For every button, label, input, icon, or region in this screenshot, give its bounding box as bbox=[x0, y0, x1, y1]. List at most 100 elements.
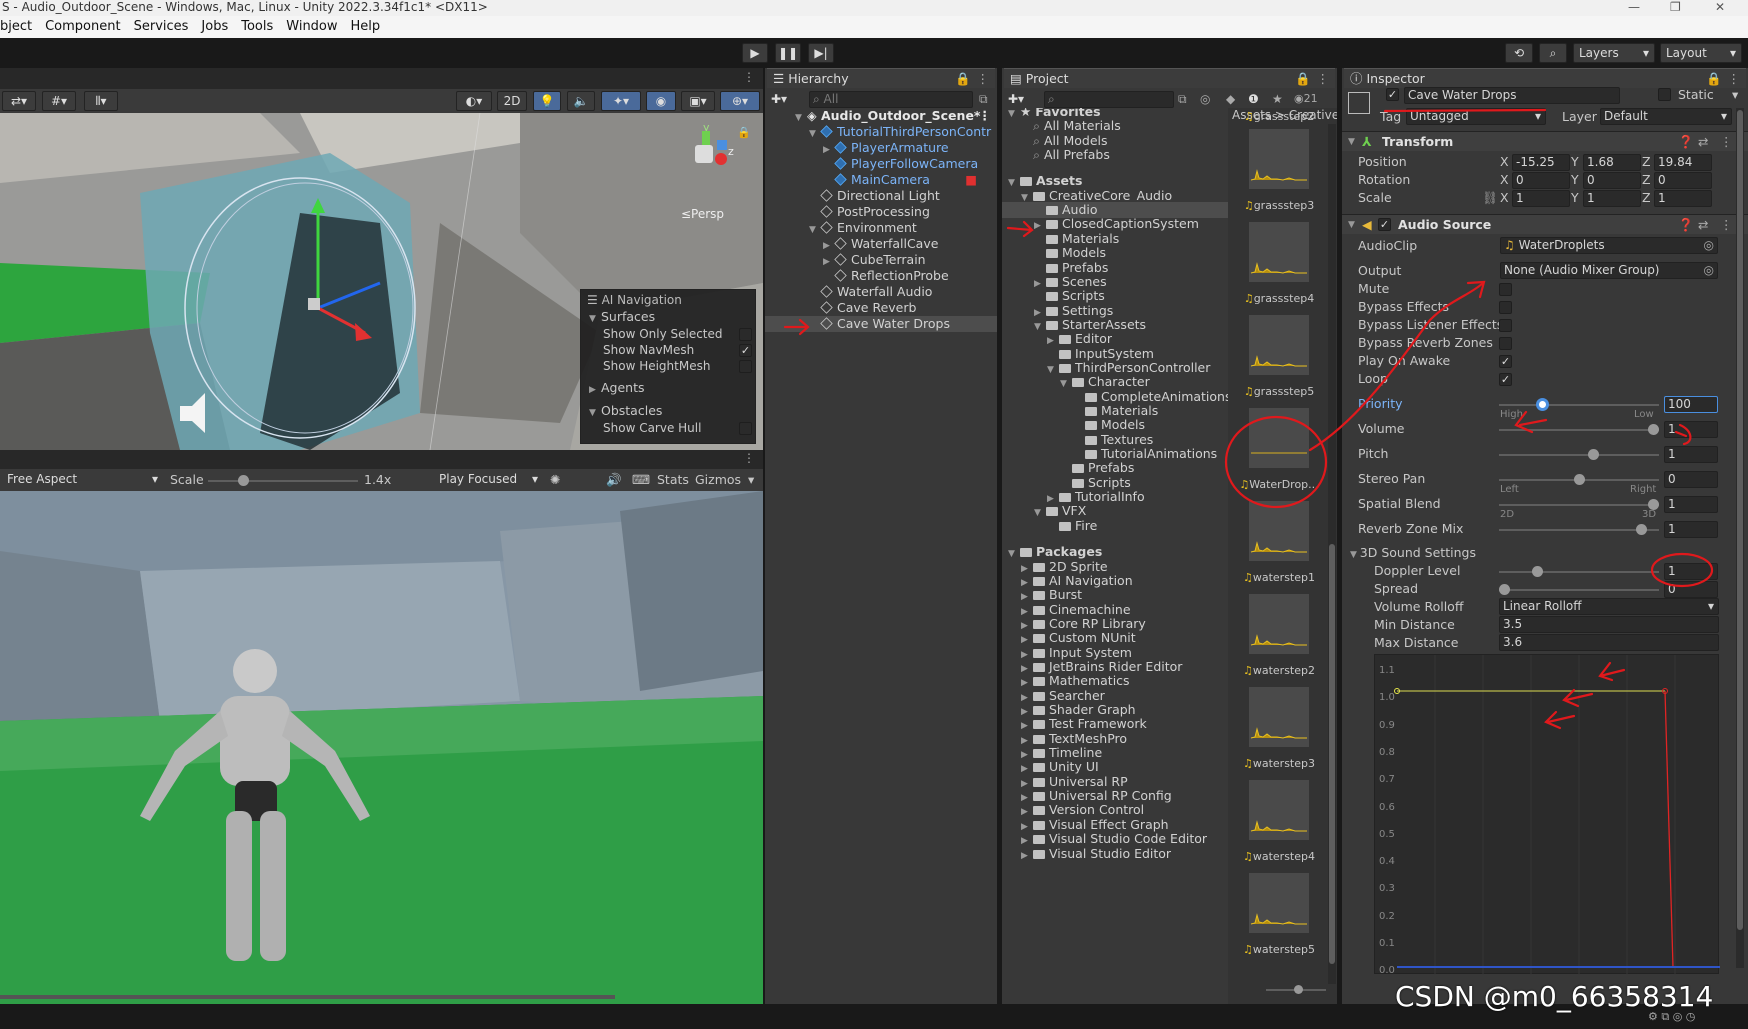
asset-label[interactable]: ♫grassstep4 bbox=[1234, 292, 1324, 305]
hidden-objects-icon[interactable]: ◉ bbox=[646, 91, 676, 111]
toggle-2d-button[interactable]: 2D bbox=[497, 91, 527, 111]
asset-label[interactable]: ♫waterstep1 bbox=[1234, 571, 1324, 584]
active-checkbox[interactable]: ✓ bbox=[1386, 88, 1399, 101]
hierarchy-item-waterfallcave[interactable]: ▶ WaterfallCave bbox=[823, 236, 995, 252]
hierarchy-tab[interactable]: ☰ Hierarchy 🔒 ⋮ bbox=[767, 68, 995, 88]
spatial-blend-slider[interactable] bbox=[1499, 499, 1659, 510]
rotation-z-input[interactable]: 0 bbox=[1654, 172, 1712, 189]
preset-icon[interactable]: ⇄ bbox=[1698, 215, 1708, 235]
hierarchy-item-cave-water-drops[interactable]: Cave Water Drops bbox=[765, 316, 997, 332]
priority-input[interactable]: 100 bbox=[1664, 396, 1718, 413]
audio-source-header[interactable]: ▼ ◀ ✓ Audio Source ❓ ⇄ ⋮ bbox=[1342, 214, 1748, 234]
scene-root-row[interactable]: ▼ ◈ Audio_Outdoor_Scene* ⋮ bbox=[795, 108, 995, 124]
volume-slider-knob[interactable] bbox=[1648, 424, 1659, 435]
menu-window[interactable]: Window bbox=[286, 16, 337, 38]
position-x-input[interactable]: -15.25 bbox=[1512, 154, 1570, 171]
pause-button[interactable]: ❚❚ bbox=[775, 43, 801, 63]
reverb-zone-mix-slider-knob[interactable] bbox=[1636, 524, 1648, 535]
lock-icon[interactable]: 🔒 bbox=[737, 126, 751, 139]
scale-x-input[interactable]: 1 bbox=[1512, 190, 1570, 207]
info-icon[interactable]: ❶ bbox=[1248, 92, 1259, 106]
create-button[interactable]: ✚▾ bbox=[1004, 90, 1040, 108]
hierarchy-item-tutorial[interactable]: ▼ TutorialThirdPersonContr bbox=[809, 124, 995, 140]
scale-y-input[interactable]: 1 bbox=[1583, 190, 1641, 207]
fold-icon[interactable]: ▼ bbox=[1060, 376, 1072, 392]
project-tree-item[interactable]: ⌕ All Prefabs bbox=[1021, 147, 1228, 163]
constrain-proportions-icon[interactable]: ⛓ bbox=[1482, 190, 1498, 206]
stats-button[interactable]: Stats bbox=[657, 472, 689, 488]
history-icon[interactable]: ⟲ bbox=[1505, 43, 1533, 63]
scene-viewport[interactable]: y z 🔒 ≤Persp ☰ AI Navigation ▼ Surfaces S… bbox=[0, 113, 763, 450]
static-checkbox[interactable] bbox=[1658, 88, 1671, 101]
project-tree-item[interactable]: Fire bbox=[1047, 518, 1228, 534]
scale-z-input[interactable]: 1 bbox=[1654, 190, 1712, 207]
fold-icon[interactable]: ▼ bbox=[1008, 546, 1020, 562]
audio-source-enabled-checkbox[interactable]: ✓ bbox=[1378, 218, 1391, 231]
inspector-tab[interactable]: ⓘ Inspector 🔒 ⋮ bbox=[1344, 68, 1746, 88]
menu-tools[interactable]: Tools bbox=[241, 16, 273, 38]
audio-thumbnail[interactable] bbox=[1249, 501, 1309, 561]
reverb-zone-mix-slider[interactable] bbox=[1499, 524, 1659, 535]
draw-mode-icon[interactable]: ◐▾ bbox=[456, 91, 492, 111]
position-y-input[interactable]: 1.68 bbox=[1583, 154, 1641, 171]
audio-thumbnail[interactable] bbox=[1249, 315, 1309, 375]
fold-icon[interactable]: ▼ bbox=[1047, 362, 1059, 378]
help-icon[interactable]: ❓ bbox=[1678, 215, 1694, 235]
thumb-size-slider[interactable] bbox=[1266, 985, 1326, 994]
priority-slider[interactable] bbox=[1499, 398, 1659, 411]
priority-slider-knob[interactable] bbox=[1535, 398, 1549, 411]
hierarchy-item-cave-reverb[interactable]: Cave Reverb bbox=[809, 300, 995, 316]
favorite-icon[interactable]: ★ bbox=[1272, 92, 1283, 106]
play-button[interactable]: ▶ bbox=[742, 43, 768, 63]
gizmos-button[interactable]: Gizmos bbox=[695, 472, 741, 488]
layers-dropdown[interactable]: Layers ▾ bbox=[1573, 43, 1655, 63]
axis-x-label[interactable]: X bbox=[1500, 154, 1509, 170]
asset-label[interactable]: ♫WaterDrop... bbox=[1234, 478, 1324, 491]
output-field[interactable]: None (Audio Mixer Group) ◎ bbox=[1500, 262, 1718, 279]
inspector-scrollbar[interactable] bbox=[1736, 108, 1744, 968]
asset-label[interactable]: ♫grassstep5 bbox=[1234, 385, 1324, 398]
object-name-input[interactable]: Cave Water Drops bbox=[1404, 87, 1620, 104]
orientation-gizmo[interactable]: y z 🔒 bbox=[675, 121, 755, 183]
axis-z-label[interactable]: Z bbox=[1642, 172, 1651, 188]
more-icon[interactable]: ⋮ bbox=[977, 69, 990, 89]
spread-input[interactable]: 0 bbox=[1664, 581, 1718, 598]
hidden-count-badge[interactable]: ◉21 bbox=[1294, 92, 1318, 105]
transform-header[interactable]: ▼ ⅄ Transform ❓ ⇄ ⋮ bbox=[1342, 131, 1748, 151]
asset-label[interactable]: ♫waterstep5 bbox=[1234, 943, 1324, 956]
gizmo-center-icon[interactable] bbox=[695, 145, 713, 163]
fold-icon[interactable]: ▼ bbox=[1034, 505, 1046, 521]
axis-x-label[interactable]: X bbox=[1500, 190, 1509, 206]
more-icon[interactable]: ⋮ bbox=[743, 451, 755, 465]
hierarchy-item-environment[interactable]: ▼ Environment bbox=[809, 220, 995, 236]
object-picker-icon[interactable]: ◎ bbox=[1704, 238, 1714, 253]
audio-icon[interactable]: 🔈 bbox=[567, 91, 595, 111]
search-icon[interactable]: ⌕ bbox=[1539, 43, 1567, 63]
min-distance-input[interactable]: 3.5 bbox=[1499, 616, 1719, 633]
rolloff-curve-graph[interactable]: 1.1 1.0 0.9 0.8 0.7 0.6 0.5 0.4 0.3 0.2 0.1 0.0 bbox=[1374, 654, 1720, 976]
bypass-listener-checkbox[interactable] bbox=[1499, 319, 1512, 332]
minimize-icon[interactable]: — bbox=[1628, 0, 1640, 14]
grid-snap-icon[interactable]: #▾ bbox=[42, 91, 76, 111]
show-heightmesh-checkbox[interactable] bbox=[739, 360, 752, 373]
doppler-slider-knob[interactable] bbox=[1531, 566, 1543, 577]
label-filter-icon[interactable]: ◆ bbox=[1226, 92, 1235, 106]
hierarchy-item-maincamera[interactable]: MainCamera ■ bbox=[823, 172, 995, 188]
game-viewport[interactable] bbox=[0, 491, 763, 1004]
more-icon[interactable]: ⋮ bbox=[1317, 69, 1330, 89]
pitch-input[interactable]: 1 bbox=[1664, 446, 1718, 463]
audioclip-field[interactable]: ♫ WaterDroplets ◎ bbox=[1500, 237, 1718, 254]
fold-icon[interactable]: ▼ bbox=[589, 405, 601, 421]
drag-handle-icon[interactable]: ☰ bbox=[587, 293, 602, 307]
audio-thumbnail[interactable] bbox=[1249, 780, 1309, 840]
audio-thumbnail[interactable] bbox=[1249, 129, 1309, 189]
bug-icon[interactable]: ✺ bbox=[550, 472, 560, 488]
audio-thumbnail[interactable] bbox=[1249, 222, 1309, 282]
preset-icon[interactable]: ⇄ bbox=[1698, 132, 1708, 152]
hierarchy-item-waterfall-audio[interactable]: Waterfall Audio bbox=[809, 284, 995, 300]
max-distance-input[interactable]: 3.6 bbox=[1499, 634, 1719, 651]
aspect-dropdown[interactable]: Free Aspect ▾ bbox=[2, 470, 162, 490]
axis-y-label[interactable]: Y bbox=[1571, 154, 1579, 170]
maximize-icon[interactable]: ❐ bbox=[1670, 0, 1681, 14]
gizmo-y-icon[interactable] bbox=[702, 131, 710, 145]
